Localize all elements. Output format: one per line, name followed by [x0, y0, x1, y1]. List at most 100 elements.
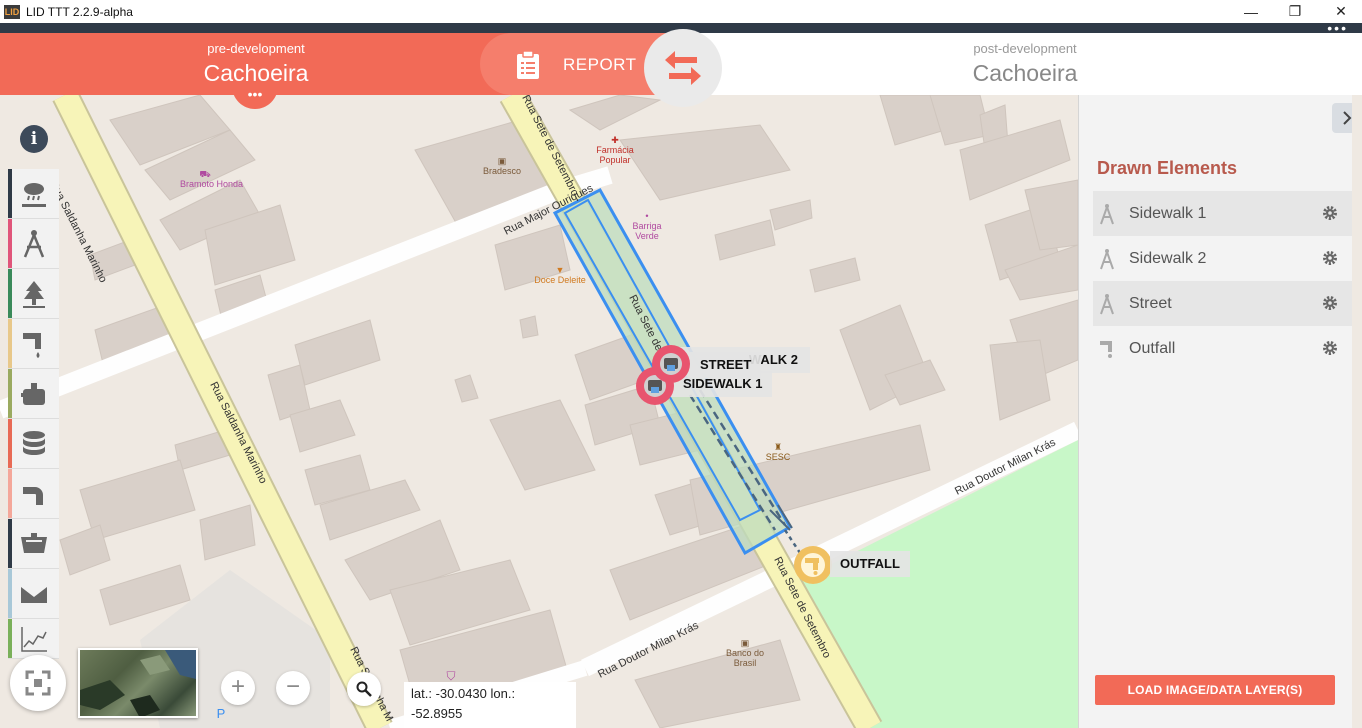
element-row-outfall[interactable]: Outfall — [1093, 326, 1353, 371]
element-row-sidewalk-1[interactable]: Sidewalk 1 — [1093, 191, 1353, 236]
downspout-tool[interactable] — [8, 319, 59, 369]
sidewalk2-marker[interactable] — [652, 345, 690, 383]
chart-icon — [20, 626, 47, 652]
satellite-layer-thumbnail[interactable] — [78, 648, 198, 718]
poi-farmacia-popular[interactable]: ✚ Farmácia Popular — [590, 135, 640, 165]
maximize-button[interactable]: ❐ — [1272, 0, 1318, 23]
tool-stripe — [8, 519, 12, 568]
map-edge-strip — [1352, 95, 1362, 728]
downspout-icon — [801, 553, 825, 577]
downspout-icon — [1097, 338, 1117, 360]
compass-icon — [23, 229, 44, 257]
coordinates-display: lat.: -30.0430 lon.: -52.8955 — [404, 682, 576, 728]
rain-barrel-tool[interactable] — [8, 369, 59, 419]
element-label: Sidewalk 1 — [1129, 204, 1207, 222]
parking-icon: P — [216, 706, 226, 721]
downspout-icon — [22, 332, 41, 358]
window-title: LID TTT 2.2.9-alpha — [26, 4, 133, 19]
database-icon — [22, 430, 45, 455]
coordinates-line1: lat.: -30.0430 lon.: — [411, 686, 516, 701]
poi-label: Barriga Verde — [632, 221, 662, 241]
poi-doce-deleite[interactable]: ▼ Doce Deleite — [530, 265, 590, 285]
pipe-tool[interactable] — [8, 469, 59, 519]
tool-stripe — [8, 169, 12, 218]
swale-tool[interactable] — [8, 569, 59, 619]
search-icon — [356, 681, 372, 697]
gear-icon[interactable] — [1321, 204, 1339, 222]
dot-icon: • — [645, 211, 649, 221]
drawn-elements-panel: Drawn Elements Sidewalk 1 Sidewalk 2 Str… — [1078, 95, 1362, 728]
map-canvas[interactable]: Rua Saldanha Marinho Rua Saldanha Marinh… — [0, 95, 1078, 728]
cistern-icon — [660, 353, 682, 375]
pharmacy-icon: ✚ — [611, 135, 619, 145]
tool-stripe — [8, 219, 12, 268]
tool-stripe — [8, 319, 12, 368]
search-location-button[interactable] — [347, 672, 381, 706]
barrel-icon — [20, 382, 45, 405]
fullscreen-button[interactable] — [10, 655, 66, 711]
post-development-name: Cachoeira — [972, 60, 1078, 86]
outfall-marker[interactable] — [794, 546, 832, 584]
title-bar: LID LID TTT 2.2.9-alpha — ❐ ✕ — [0, 0, 1362, 23]
element-row-street[interactable]: Street — [1093, 281, 1353, 326]
zoom-in-button[interactable]: + — [221, 671, 255, 705]
scenario-header: pre-development Cachoeira ••• REPORT pos… — [0, 29, 1362, 109]
bank-icon: ▣ — [740, 638, 750, 648]
tree-tool[interactable] — [8, 269, 59, 319]
tool-stripe — [8, 369, 12, 418]
rain-tool[interactable] — [8, 169, 59, 219]
swale-icon — [20, 586, 47, 603]
compass-icon — [1097, 203, 1117, 225]
compass-icon — [1097, 293, 1117, 315]
rain-cloud-icon — [21, 182, 46, 207]
minimize-button[interactable]: — — [1228, 0, 1274, 23]
ice-cream-icon: ▼ — [555, 265, 565, 275]
app-logo-icon: LID — [4, 4, 20, 19]
poi-label: Bradesco — [482, 166, 522, 176]
outfall-tag-label: OUTFALL — [840, 556, 900, 571]
clipboard-icon — [517, 50, 539, 79]
motorcycle-icon: ⛟ — [199, 169, 211, 179]
tool-stripe — [8, 269, 12, 318]
poi-sesc[interactable]: ♜ SESC — [758, 442, 798, 462]
chart-tool[interactable] — [8, 619, 59, 659]
basin-icon — [20, 532, 47, 553]
report-label: REPORT — [563, 55, 637, 74]
tree-icon — [22, 280, 45, 308]
poi-label: Bramoto Honda — [180, 179, 244, 189]
satellite-image — [80, 650, 196, 716]
street-tag[interactable]: STREET — [690, 352, 762, 378]
outfall-tag[interactable]: OUTFALL — [830, 551, 910, 577]
map-base-layer — [0, 95, 1078, 728]
element-label: Street — [1129, 294, 1172, 312]
load-image-data-layer-button[interactable]: LOAD IMAGE/DATA LAYER(S) — [1095, 675, 1335, 705]
swap-scenarios-button[interactable] — [644, 29, 722, 107]
poi-label: Banco do Brasil — [725, 648, 765, 668]
poi-bramoto-honda[interactable]: ⛟ Bramoto Honda — [180, 169, 244, 189]
tool-stripe — [8, 619, 12, 658]
bank-icon: ▣ — [497, 156, 507, 166]
info-button[interactable]: i — [20, 125, 48, 153]
gear-icon[interactable] — [1321, 249, 1339, 267]
zoom-out-button[interactable]: − — [276, 671, 310, 705]
post-development-label: post-development — [973, 41, 1077, 56]
drawing-compass-tool[interactable] — [8, 219, 59, 269]
pipe-elbow-icon — [22, 486, 43, 505]
gear-icon[interactable] — [1321, 294, 1339, 312]
tool-stripe — [8, 419, 12, 468]
gear-icon[interactable] — [1321, 339, 1339, 357]
app-window: LID LID TTT 2.2.9-alpha — ❐ ✕ ••• pre-de… — [0, 0, 1362, 728]
poi-bradesco[interactable]: ▣ Bradesco — [477, 156, 527, 176]
street-tag-label: STREET — [700, 357, 752, 372]
poi-label: Farmácia Popular — [596, 145, 634, 165]
element-row-sidewalk-2[interactable]: Sidewalk 2 — [1093, 236, 1353, 281]
panel-title: Drawn Elements — [1097, 158, 1238, 178]
lid-toolbar — [8, 169, 59, 659]
swap-arrows-icon — [665, 51, 701, 85]
community-icon: ♜ — [773, 442, 783, 452]
poi-banco-do-brasil[interactable]: ▣ Banco do Brasil — [720, 638, 770, 668]
basin-tool[interactable] — [8, 519, 59, 569]
cistern-tool[interactable] — [8, 419, 59, 469]
poi-barriga-verde[interactable]: • Barriga Verde — [622, 211, 672, 241]
element-label: Outfall — [1129, 339, 1176, 357]
